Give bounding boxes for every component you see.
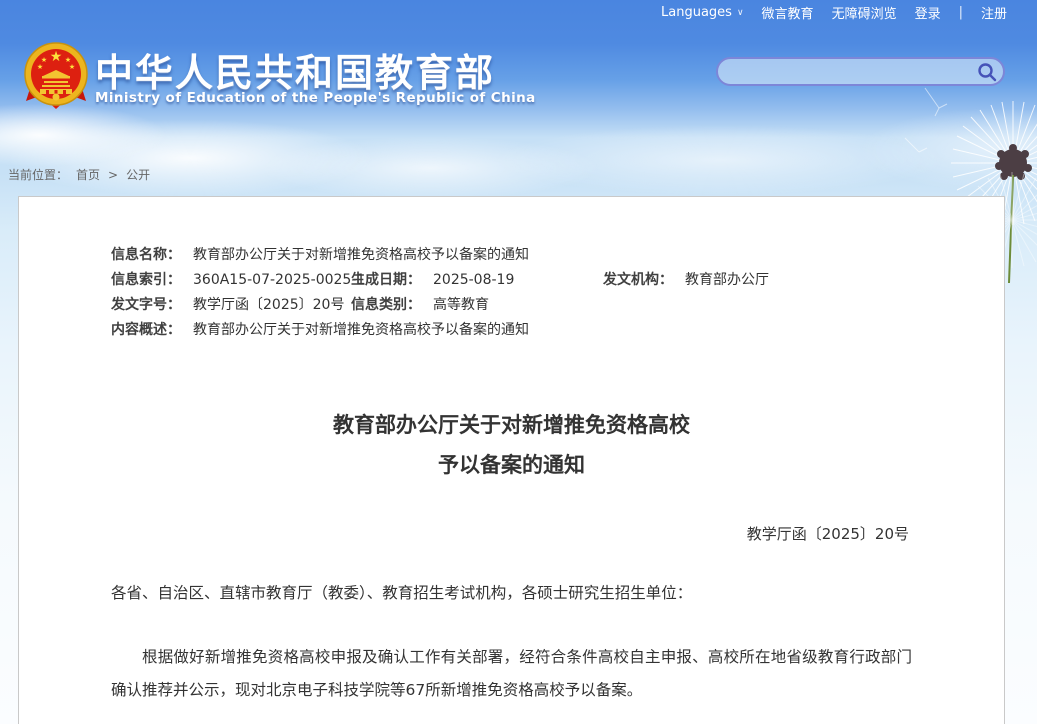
meta-row-name: 信息名称： 教育部办公厅关于对新增推免资格高校予以备案的通知 (111, 243, 1004, 268)
meta-row-index-date-org: 信息索引： 360A15-07-2025-0025-1 生成日期： 2025-0… (111, 268, 1004, 293)
breadcrumb-separator: > (108, 167, 119, 182)
document-title-line2: 予以备案的通知 (438, 453, 585, 477)
meta-summary-label: 内容概述： (111, 322, 181, 338)
languages-label: Languages (661, 5, 732, 20)
meta-name-label: 信息名称： (111, 247, 181, 263)
top-utility-bar: Languages ∨ 微言教育 无障碍浏览 登录 | 注册 (661, 3, 1007, 22)
languages-menu[interactable]: Languages ∨ (661, 5, 744, 20)
meta-org-value: 教育部办公厅 (685, 272, 769, 288)
site-title-en: Ministry of Education of the People's Re… (95, 90, 536, 106)
breadcrumb-current-link[interactable]: 公开 (126, 166, 150, 183)
meta-org-label: 发文机构： (603, 272, 673, 288)
login-link[interactable]: 登录 (915, 3, 941, 22)
meta-date-value: 2025-08-19 (433, 272, 515, 288)
breadcrumb-prefix: 当前位置： (8, 168, 69, 182)
document-title: 教育部办公厅关于对新增推免资格高校 予以备案的通知 (19, 405, 1004, 485)
site-title-cn: 中华人民共和国教育部 (95, 51, 496, 95)
search-input[interactable] (718, 59, 971, 84)
meta-row-summary: 内容概述： 教育部办公厅关于对新增推免资格高校予以备案的通知 (111, 318, 1004, 343)
register-link[interactable]: 注册 (981, 3, 1007, 22)
document-salutation: 各省、自治区、直辖市教育厅（教委）、教育招生考试机构，各硕士研究生招生单位： (111, 584, 693, 602)
breadcrumb-home-link[interactable]: 首页 (76, 166, 100, 183)
chevron-down-icon: ∨ (736, 7, 744, 18)
breadcrumb: 当前位置： 首页 > 公开 (8, 166, 150, 183)
svg-text:★: ★ (50, 49, 63, 65)
search-box (716, 57, 1005, 86)
meta-index-value: 360A15-07-2025-0025-1 (193, 272, 366, 288)
document-card: 信息名称： 教育部办公厅关于对新增推免资格高校予以备案的通知 信息索引： 360… (18, 196, 1005, 724)
document-paragraph: 根据做好新增推免资格高校申报及确认工作有关部署，经符合条件高校自主申报、高校所在… (111, 648, 912, 699)
weiyan-education-link[interactable]: 微言教育 (762, 3, 814, 22)
svg-text:★: ★ (69, 63, 75, 71)
meta-docno-label: 发文字号： (111, 297, 181, 313)
meta-row-docno-category: 发文字号： 教学厅函〔2025〕20号 信息类别： 高等教育 (111, 293, 1004, 318)
meta-docno-value: 教学厅函〔2025〕20号 (193, 297, 345, 313)
document-number: 教学厅函〔2025〕20号 (746, 525, 909, 543)
search-button[interactable] (971, 59, 1003, 84)
meta-name-value: 教育部办公厅关于对新增推免资格高校予以备案的通知 (193, 247, 529, 263)
search-icon (978, 62, 997, 81)
topbar-divider: | (958, 5, 963, 20)
meta-date-label: 生成日期： (351, 272, 421, 288)
document-meta: 信息名称： 教育部办公厅关于对新增推免资格高校予以备案的通知 信息索引： 360… (111, 243, 1004, 343)
national-emblem-logo: ★ ★ ★ ★ ★ (24, 42, 88, 109)
meta-category-label: 信息类别： (351, 297, 421, 313)
accessibility-link[interactable]: 无障碍浏览 (832, 3, 897, 22)
meta-index-label: 信息索引： (111, 272, 181, 288)
svg-text:★: ★ (37, 63, 43, 71)
document-title-line1: 教育部办公厅关于对新增推免资格高校 (333, 413, 690, 437)
meta-category-value: 高等教育 (433, 297, 489, 313)
meta-summary-value: 教育部办公厅关于对新增推免资格高校予以备案的通知 (193, 322, 529, 338)
